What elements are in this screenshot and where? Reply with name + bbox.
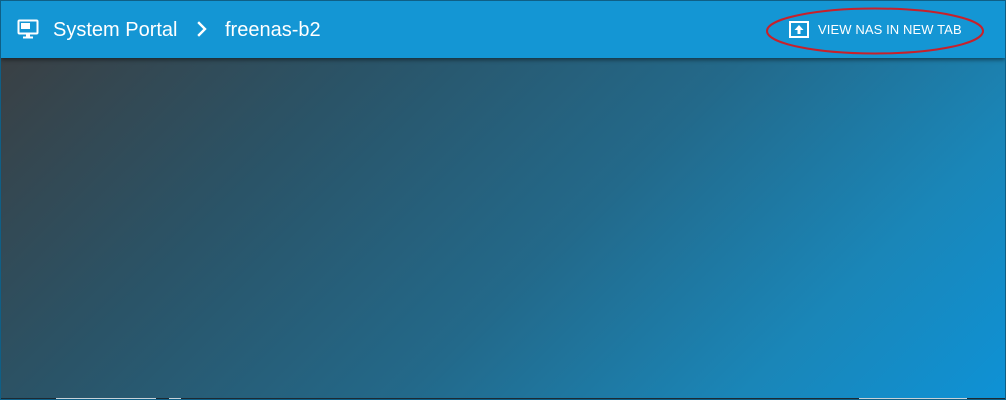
top-navigation-bar: System Portal freenas-b2 VIEW NAS IN NEW… xyxy=(1,1,1005,58)
chevron-right-icon xyxy=(197,21,207,37)
breadcrumb-system-portal[interactable]: System Portal xyxy=(53,17,177,43)
open-in-new-tab-icon xyxy=(789,21,809,38)
breadcrumb-current-page: freenas-b2 xyxy=(225,19,321,41)
view-nas-button-label: VIEW NAS IN NEW TAB xyxy=(818,22,962,37)
monitor-icon xyxy=(17,19,39,39)
nas-content-area xyxy=(1,58,1005,399)
view-nas-in-new-tab-button[interactable]: VIEW NAS IN NEW TAB xyxy=(781,11,981,49)
app-window: System Portal freenas-b2 VIEW NAS IN NEW… xyxy=(0,0,1006,400)
